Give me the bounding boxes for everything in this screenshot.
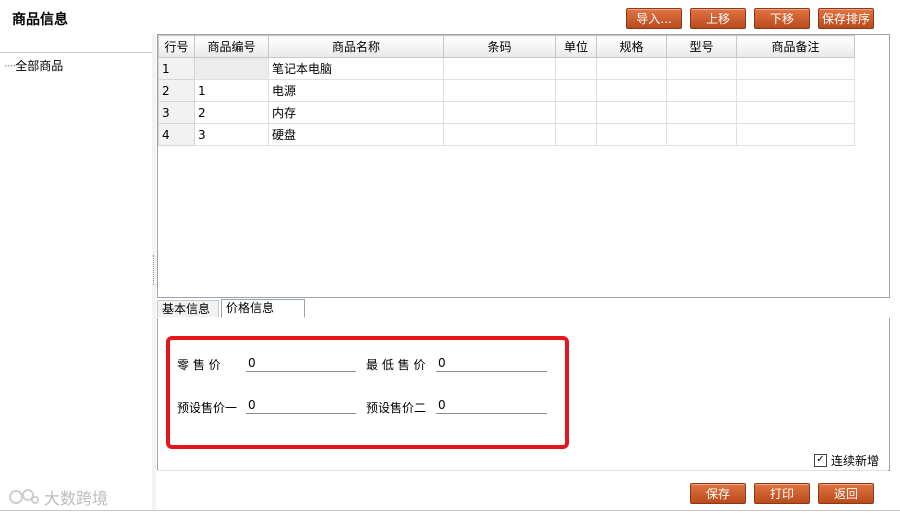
tree-connector-icon: ···· (4, 59, 16, 73)
product-table: 行号 商品编号 商品名称 条码 单位 规格 型号 商品备注 1 笔记本电脑 2 … (158, 35, 855, 146)
continuous-add-checkbox[interactable]: ✓ 连续新增 (814, 452, 879, 469)
row-number-cell: 1 (158, 57, 195, 80)
product-code-cell[interactable]: 3 (194, 123, 269, 146)
table-row[interactable]: 2 1 电源 (158, 79, 855, 102)
product-name-cell[interactable]: 笔记本电脑 (268, 57, 444, 80)
preset-price-2-input[interactable] (436, 397, 547, 414)
spec-cell[interactable] (596, 101, 667, 124)
unit-cell[interactable] (555, 101, 597, 124)
tab-price-info[interactable]: 价格信息 (221, 299, 305, 318)
product-code-cell[interactable]: 1 (194, 79, 269, 102)
save-button[interactable]: 保存 (690, 483, 746, 504)
preset-price-2-label: 预设售价二 (366, 401, 427, 415)
retail-price-label: 零 售 价 (177, 358, 221, 372)
unit-cell[interactable] (555, 57, 597, 80)
highlight-box (166, 336, 569, 449)
table-row[interactable]: 3 2 内存 (158, 101, 855, 124)
splitter-grip-icon[interactable] (153, 255, 156, 285)
tab-basic-info[interactable]: 基本信息 (157, 300, 219, 317)
row-number-cell: 2 (158, 79, 195, 102)
checkbox-checked-icon[interactable]: ✓ (814, 454, 827, 467)
table-row[interactable]: 4 3 硬盘 (158, 123, 855, 146)
unit-cell[interactable] (555, 79, 597, 102)
model-cell[interactable] (666, 123, 737, 146)
product-code-cell[interactable] (194, 57, 269, 80)
spec-cell[interactable] (596, 79, 667, 102)
tree-item-label: 全部商品 (15, 59, 64, 73)
preset-price-1-input[interactable] (246, 397, 356, 414)
move-down-button[interactable]: 下移 (754, 8, 810, 29)
print-button[interactable]: 打印 (754, 483, 810, 504)
column-header-product-name[interactable]: 商品名称 (268, 35, 444, 58)
divider (157, 470, 888, 471)
remark-cell[interactable] (736, 123, 855, 146)
import-button[interactable]: 导入... (626, 8, 682, 29)
product-name-cell[interactable]: 硬盘 (268, 123, 444, 146)
column-header-barcode[interactable]: 条码 (443, 35, 556, 58)
barcode-cell[interactable] (443, 101, 556, 124)
remark-cell[interactable] (736, 101, 855, 124)
barcode-cell[interactable] (443, 123, 556, 146)
product-name-cell[interactable]: 电源 (268, 79, 444, 102)
column-header-remark[interactable]: 商品备注 (736, 35, 855, 58)
spec-cell[interactable] (596, 123, 667, 146)
product-name-cell[interactable]: 内存 (268, 101, 444, 124)
table-row[interactable]: 1 笔记本电脑 (158, 57, 855, 80)
continuous-add-label: 连续新增 (831, 454, 880, 468)
tree-item-all-products[interactable]: ····全部商品 (4, 57, 63, 74)
page-title: 商品信息 (12, 12, 68, 28)
move-up-button[interactable]: 上移 (690, 8, 746, 29)
column-header-spec[interactable]: 规格 (596, 35, 667, 58)
watermark-logo-icon (9, 489, 39, 504)
detail-tabs: 基本信息 价格信息 (157, 298, 889, 319)
min-price-input[interactable] (436, 355, 547, 372)
retail-price-input[interactable] (246, 355, 356, 372)
barcode-cell[interactable] (443, 79, 556, 102)
unit-cell[interactable] (555, 123, 597, 146)
row-number-cell: 4 (158, 123, 195, 146)
model-cell[interactable] (666, 79, 737, 102)
model-cell[interactable] (666, 101, 737, 124)
column-header-row-number[interactable]: 行号 (158, 35, 195, 58)
window-bottom-border (0, 510, 900, 516)
table-header-row: 行号 商品编号 商品名称 条码 单位 规格 型号 商品备注 (158, 35, 855, 58)
product-code-cell[interactable]: 2 (194, 101, 269, 124)
column-header-product-code[interactable]: 商品编号 (194, 35, 269, 58)
watermark: 大数跨境 (8, 485, 108, 509)
category-tree: ····全部商品 (0, 52, 153, 511)
back-button[interactable]: 返回 (818, 483, 874, 504)
remark-cell[interactable] (736, 79, 855, 102)
preset-price-1-label: 预设售价一 (177, 401, 238, 415)
product-grid: 行号 商品编号 商品名称 条码 单位 规格 型号 商品备注 1 笔记本电脑 2 … (157, 34, 890, 298)
spec-cell[interactable] (596, 57, 667, 80)
column-header-model[interactable]: 型号 (666, 35, 737, 58)
min-price-label: 最 低 售 价 (366, 358, 426, 372)
column-header-unit[interactable]: 单位 (555, 35, 597, 58)
barcode-cell[interactable] (443, 57, 556, 80)
remark-cell[interactable] (736, 57, 855, 80)
save-order-button[interactable]: 保存排序 (818, 8, 874, 29)
watermark-text: 大数跨境 (44, 489, 109, 508)
row-number-cell: 3 (158, 101, 195, 124)
model-cell[interactable] (666, 57, 737, 80)
